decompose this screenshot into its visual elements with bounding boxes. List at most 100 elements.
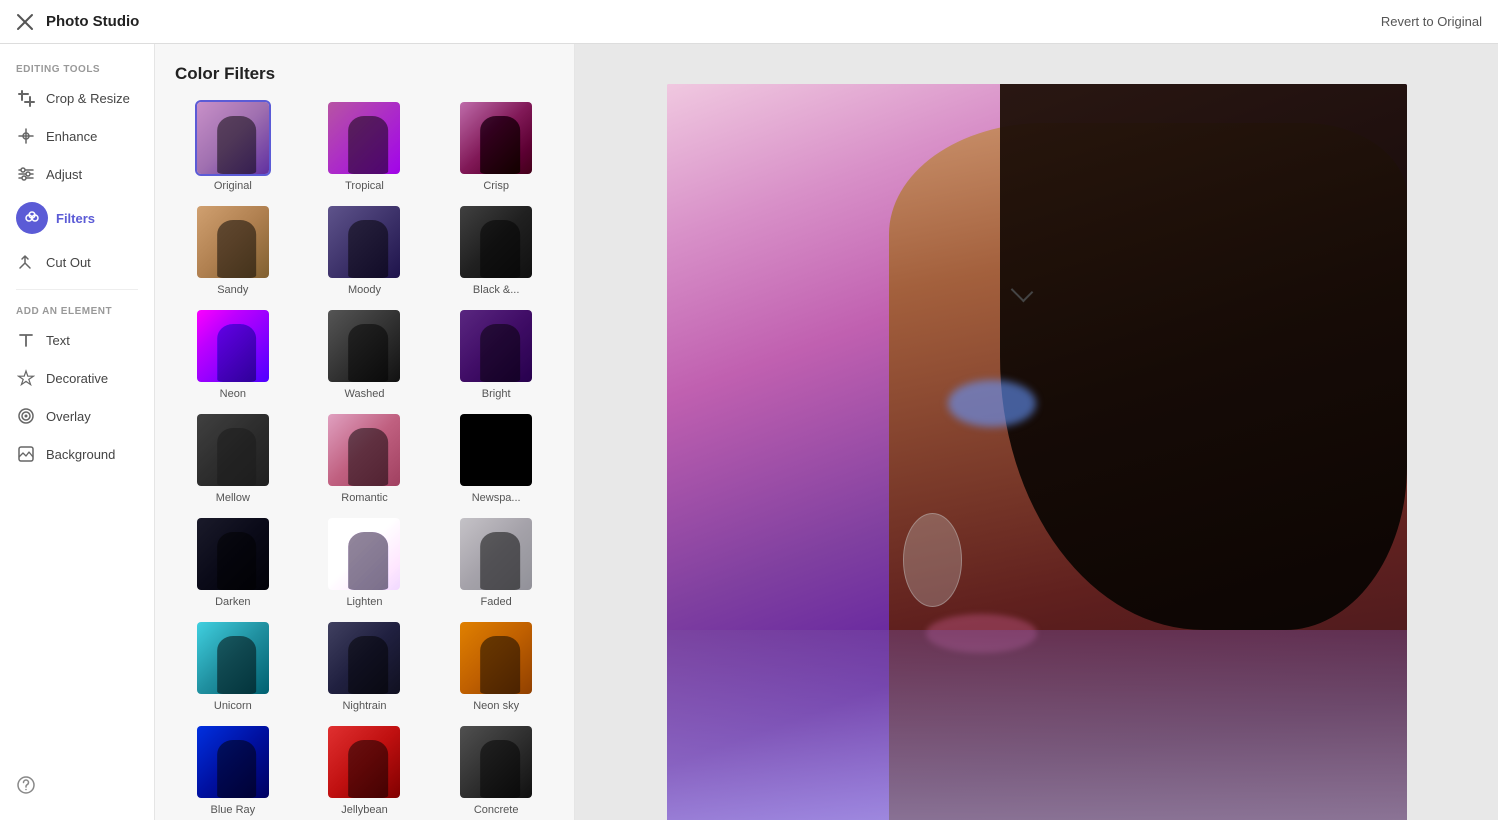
filter-thumb-inner-blueray [197,726,269,798]
filter-thumb-blueray [195,724,271,800]
filter-item-blueray[interactable]: Blue Ray [171,720,295,820]
main-layout: EDITING TOOLS Crop & Resize Enhance Adju… [0,44,1498,820]
sidebar-item-filters[interactable]: Filters [0,193,154,243]
filter-item-tropical[interactable]: Tropical [303,96,427,196]
filter-item-neon[interactable]: Neon [171,304,295,404]
sidebar-adjust-label: Adjust [46,167,82,182]
thumb-face-blackwhite [480,220,520,278]
adjust-icon [16,164,36,184]
filter-thumb-inner-blackwhite [460,206,532,278]
filter-thumb-inner-romantic [328,414,400,486]
filter-item-bright[interactable]: Bright [434,304,558,404]
filter-thumb-inner-unicorn [197,622,269,694]
sidebar-item-adjust[interactable]: Adjust [0,155,154,193]
thumb-face-newspaper [480,428,520,486]
add-element-label: ADD AN ELEMENT [0,298,154,321]
filter-label-faded: Faded [458,596,534,608]
sidebar-item-enhance[interactable]: Enhance [0,117,154,155]
sidebar-cutout-label: Cut Out [46,255,91,270]
sidebar-item-decorative[interactable]: Decorative [0,359,154,397]
filter-item-darken[interactable]: Darken [171,512,295,612]
sidebar-item-help[interactable] [0,766,154,804]
filters-icon-circle [16,202,48,234]
filter-item-original[interactable]: Original [171,96,295,196]
filter-thumb-inner-crisp [460,102,532,174]
filter-item-mellow[interactable]: Mellow [171,408,295,508]
filter-item-lighten[interactable]: Lighten [303,512,427,612]
filter-label-lighten: Lighten [326,596,402,608]
filter-item-concrete[interactable]: Concrete [434,720,558,820]
filter-grid-container[interactable]: Original Tropical Crisp SandyMoody Black &..… [155,96,574,820]
filter-thumb-newspaper [458,412,534,488]
filter-thumb-inner-moody [328,206,400,278]
crop-icon [16,88,36,108]
thumb-face-faded [480,532,520,590]
thumb-face-sandy [217,220,257,278]
filter-thumb-crisp [458,100,534,176]
filter-thumb-concrete [458,724,534,800]
filter-label-blackwhite: Black &... [458,284,534,296]
filter-thumb-mellow [195,412,271,488]
help-icon [16,775,36,795]
filter-thumb-neonsky [458,620,534,696]
close-icon[interactable] [16,13,34,31]
filter-label-original: Original [195,180,271,192]
filter-item-blackwhite[interactable]: Black &... [434,200,558,300]
sidebar-text-label: Text [46,333,70,348]
sidebar-item-text[interactable]: Text [0,321,154,359]
background-icon [16,444,36,464]
filter-label-bright: Bright [458,388,534,400]
filter-item-unicorn[interactable]: Unicorn [171,616,295,716]
filter-panel: Color Filters OriginalTropicalCrispSandy… [155,44,575,820]
sidebar-enhance-label: Enhance [46,129,97,144]
filter-item-moody[interactable]: Moody [303,200,427,300]
filter-thumb-inner-lighten [328,518,400,590]
filter-item-neonsky[interactable]: Neon sky [434,616,558,716]
thumb-face-mellow [217,428,257,486]
filter-item-crisp[interactable]: Crisp [434,96,558,196]
sidebar-filters-label: Filters [56,211,95,226]
sidebar-item-crop[interactable]: Crop & Resize [0,79,154,117]
app-title: Photo Studio [46,13,139,30]
thumb-face-neon [217,324,257,382]
filter-item-sandy[interactable]: Sandy [171,200,295,300]
text-icon [16,330,36,350]
thumb-face-bright [480,324,520,382]
thumb-face-jellybean [349,740,389,798]
canvas-area[interactable] [575,44,1498,820]
filter-item-washed[interactable]: Washed [303,304,427,404]
thumb-face-washed [349,324,389,382]
sidebar-crop-label: Crop & Resize [46,91,130,106]
filter-thumb-washed [326,308,402,384]
filter-label-tropical: Tropical [326,180,402,192]
filter-item-newspaper[interactable]: Newspa... [434,408,558,508]
filter-item-faded[interactable]: Faded [434,512,558,612]
filter-thumb-inner-jellybean [328,726,400,798]
thumb-face-moody [349,220,389,278]
topbar: Photo Studio Revert to Original [0,0,1498,44]
filter-label-darken: Darken [195,596,271,608]
revert-button[interactable]: Revert to Original [1381,14,1482,29]
filter-thumb-moody [326,204,402,280]
filter-grid: Original Tropical Crisp SandyMoody Black &..… [171,96,558,820]
decorative-icon [16,368,36,388]
sidebar-item-cutout[interactable]: Cut Out [0,243,154,281]
filter-label-blueray: Blue Ray [195,804,271,816]
sidebar-item-overlay[interactable]: Overlay [0,397,154,435]
filter-item-jellybean[interactable]: Jellybean [303,720,427,820]
filter-thumb-bright [458,308,534,384]
filter-label-nightrain: Nightrain [326,700,402,712]
enhance-icon [16,126,36,146]
filter-item-romantic[interactable]: Romantic [303,408,427,508]
filter-label-mellow: Mellow [195,492,271,504]
filter-label-crisp: Crisp [458,180,534,192]
filter-thumb-lighten [326,516,402,592]
filter-thumb-sandy [195,204,271,280]
sidebar-item-background[interactable]: Background [0,435,154,473]
filter-thumb-unicorn [195,620,271,696]
thumb-face-tropical [349,116,389,174]
thumb-face-original [217,116,257,174]
sidebar-background-label: Background [46,447,115,462]
filter-item-nightrain[interactable]: Nightrain [303,616,427,716]
filter-label-concrete: Concrete [458,804,534,816]
